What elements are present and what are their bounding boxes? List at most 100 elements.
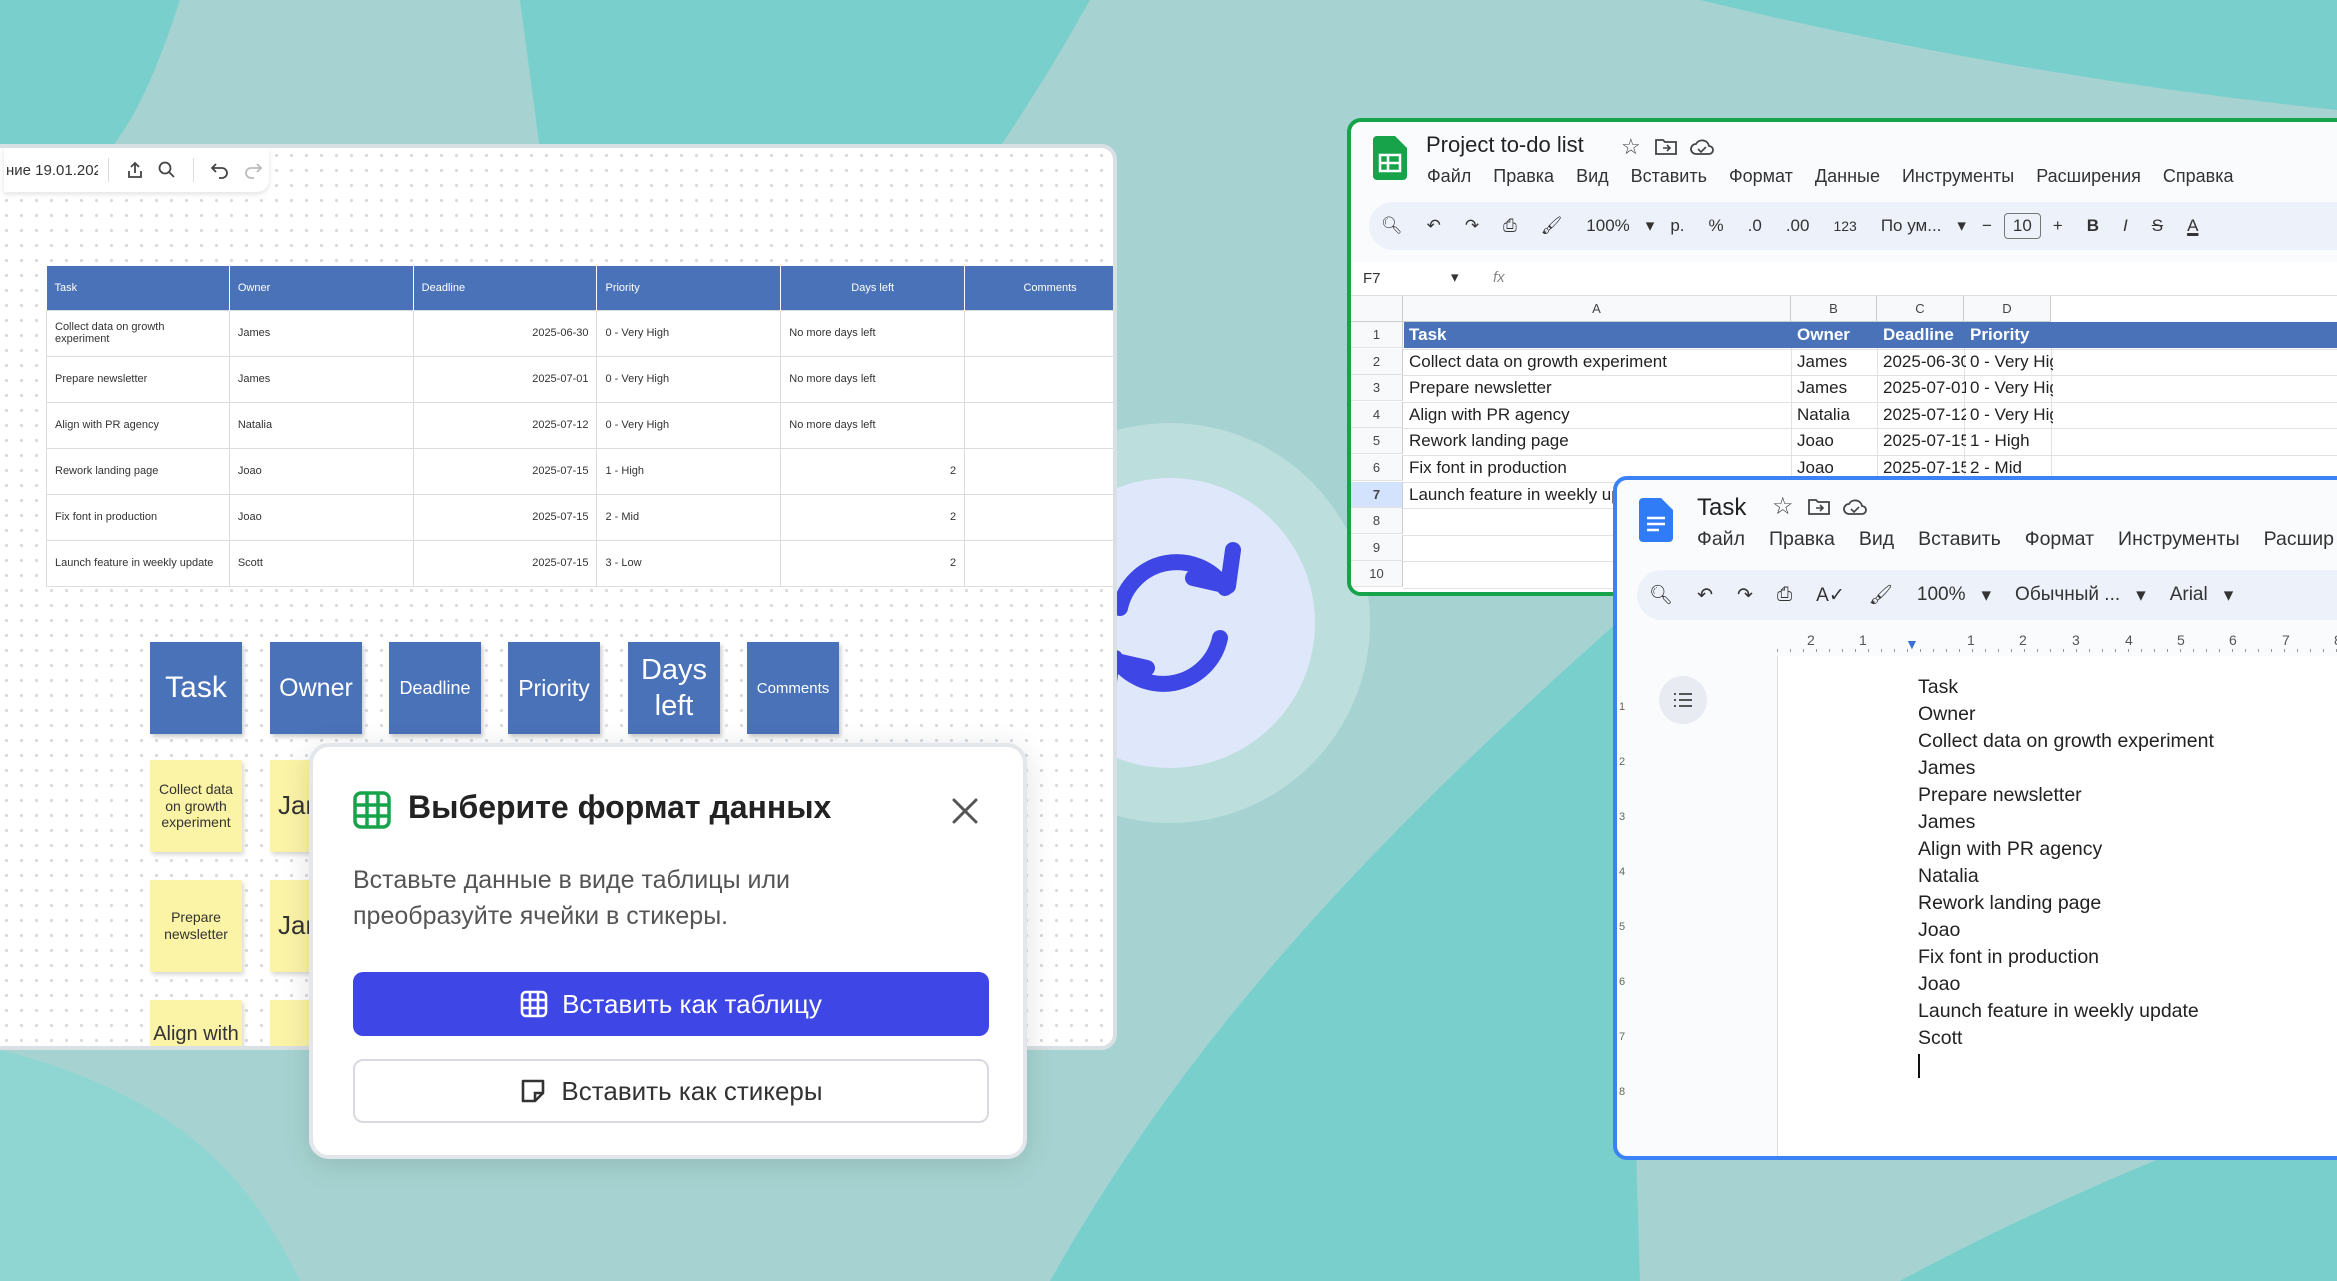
font-select[interactable]: По ум... <box>1869 216 1954 236</box>
board-table-cell[interactable] <box>964 493 1113 541</box>
board-table-cell[interactable]: James <box>228 355 414 403</box>
print-icon[interactable]: ⎙ <box>1765 584 1804 606</box>
print-icon[interactable]: ⎙ <box>1491 216 1529 236</box>
row-number[interactable]: 7 <box>1351 481 1403 508</box>
board-table-cell[interactable] <box>964 539 1113 587</box>
font-size-input[interactable]: 10 <box>2003 213 2041 239</box>
strikethrough-button[interactable]: S <box>2140 216 2175 236</box>
menu-item[interactable]: Формат <box>1729 166 1793 187</box>
percent-format-button[interactable]: % <box>1697 216 1736 236</box>
board-table-row[interactable]: Launch feature in weekly update Scott 2025… <box>46 539 1113 587</box>
board-table-cell[interactable]: James <box>228 309 414 357</box>
sticky-task-3[interactable]: Align with PR <box>150 1000 242 1046</box>
menu-item[interactable]: Вид <box>1859 528 1894 551</box>
sheet-cell[interactable]: 2025-07-12 <box>1879 402 1966 428</box>
undo-icon[interactable]: ↶ <box>1415 216 1453 236</box>
paste-format-dialog[interactable]: Выберите формат данных Вставьте данные в… <box>309 743 1027 1159</box>
sheet-cell[interactable]: James <box>1793 375 1879 401</box>
sheet-cell[interactable]: 1 - High <box>1966 428 2053 454</box>
number-format-button[interactable]: 123 <box>1821 218 1868 234</box>
bold-button[interactable]: B <box>2075 216 2111 236</box>
document-line[interactable]: James <box>1918 755 2214 782</box>
board-table-cell[interactable]: 2 <box>780 447 966 495</box>
document-line[interactable]: Joao <box>1918 917 2214 944</box>
column-header[interactable]: D <box>1964 296 2051 322</box>
board-table-cell[interactable]: 0 - Very High <box>596 355 782 403</box>
board-table-row[interactable]: Rework landing page Joao 2025-07-15 1 - Hig… <box>46 447 1113 495</box>
redo-icon[interactable] <box>237 152 269 188</box>
sheet-cell[interactable]: Collect data on growth experiment <box>1405 349 1793 375</box>
outline-button[interactable] <box>1659 676 1707 724</box>
sheet-cell[interactable]: Rework landing page <box>1405 428 1793 454</box>
menu-item[interactable]: Правка <box>1493 166 1554 187</box>
menu-item[interactable]: Вставить <box>1631 166 1707 187</box>
sheet-cell[interactable]: Joao <box>1793 428 1879 454</box>
menu-item[interactable]: Вставить <box>1918 528 2001 551</box>
sticky-header-priority[interactable]: Priority <box>508 642 600 734</box>
chevron-down-icon[interactable]: ▾ <box>1953 216 1970 236</box>
document-line[interactable]: Collect data on growth experiment <box>1918 728 2214 755</box>
sheet-cell[interactable]: Priority <box>1966 322 2053 348</box>
sheet-cell[interactable]: Task <box>1405 322 1793 348</box>
italic-button[interactable]: I <box>2111 216 2140 236</box>
board-title[interactable]: ние 19.01.2025 <box>4 162 98 179</box>
board-table-cell[interactable]: Scott <box>228 539 414 587</box>
board-table-cell[interactable]: 3 - Low <box>596 539 782 587</box>
sheet-cell[interactable]: Prepare newsletter <box>1405 375 1793 401</box>
board-table-cell[interactable]: No more days left <box>780 309 966 357</box>
currency-format-button[interactable]: р. <box>1658 216 1696 236</box>
document-line[interactable]: Owner <box>1918 701 2214 728</box>
board-table-cell[interactable]: 2025-07-01 <box>412 355 598 403</box>
menu-item[interactable]: Инструменты <box>2118 528 2240 551</box>
column-header[interactable]: C <box>1877 296 1964 322</box>
sheet-cell[interactable]: Owner <box>1793 322 1879 348</box>
column-header[interactable]: B <box>1791 296 1877 322</box>
document-line[interactable]: Launch feature in weekly update <box>1918 998 2214 1025</box>
menu-item[interactable]: Файл <box>1427 166 1471 187</box>
cloud-status-icon[interactable] <box>1689 138 1715 156</box>
sticky-header-task[interactable]: Task <box>150 642 242 734</box>
board-table-cell[interactable]: 2025-06-30 <box>412 309 598 357</box>
chevron-down-icon[interactable]: ▾ <box>1642 216 1659 236</box>
name-box[interactable]: F7 <box>1363 270 1381 287</box>
board-table-cell[interactable]: Align with PR agency <box>46 401 230 449</box>
sticky-header-comments[interactable]: Comments <box>747 642 839 734</box>
paragraph-style-select[interactable]: Обычный ... <box>1995 584 2132 606</box>
menu-item[interactable]: Правка <box>1769 528 1835 551</box>
board-table-row[interactable]: Prepare newsletter James 2025-07-01 0 - Ver… <box>46 355 1113 403</box>
document-line[interactable]: Rework landing page <box>1918 890 2214 917</box>
move-folder-icon[interactable] <box>1654 137 1678 157</box>
paste-as-stickers-button[interactable]: Вставить как стикеры <box>353 1059 989 1123</box>
board-table-cell[interactable]: 2025-07-15 <box>412 493 598 541</box>
board-table-cell[interactable]: 2025-07-12 <box>412 401 598 449</box>
document-line[interactable]: Scott <box>1918 1025 2214 1052</box>
font-select[interactable]: Arial <box>2150 584 2220 606</box>
row-number[interactable]: 10 <box>1351 561 1403 588</box>
board-table-row[interactable]: Align with PR agency Natalia 2025-07-12 0 -… <box>46 401 1113 449</box>
board-table-row[interactable]: Collect data on growth experiment James 20… <box>46 309 1113 357</box>
zoom-select[interactable]: 100% <box>1905 584 1978 606</box>
undo-icon[interactable] <box>204 152 236 188</box>
menu-item[interactable]: Расшир <box>2264 528 2334 551</box>
chevron-down-icon[interactable]: ▾ <box>2220 584 2238 607</box>
sticky-header-days-left[interactable]: Days left <box>628 642 720 734</box>
search-icon[interactable] <box>151 152 183 188</box>
board-table-cell[interactable]: 2 - Mid <box>596 493 782 541</box>
board-table-cell[interactable] <box>964 309 1113 357</box>
sheet-cell[interactable]: Align with PR agency <box>1405 402 1793 428</box>
board-table-cell[interactable]: 2 <box>780 539 966 587</box>
sheet-cell[interactable]: 0 - Very High <box>1966 402 2053 428</box>
document-line[interactable]: Joao <box>1918 971 2214 998</box>
board-table-cell[interactable]: Collect data on growth experiment <box>46 309 230 357</box>
board-table-cell[interactable]: No more days left <box>780 401 966 449</box>
sheet-cell[interactable]: Natalia <box>1793 402 1879 428</box>
board-table-cell[interactable] <box>964 447 1113 495</box>
sheet-cell[interactable]: 2025-07-01 <box>1879 375 1966 401</box>
menu-item[interactable]: Справка <box>2163 166 2234 187</box>
text-color-button[interactable]: A <box>2175 216 2210 236</box>
board-table[interactable]: Task Owner Deadline Priority Days left C… <box>46 266 1113 587</box>
sticky-header-owner[interactable]: Owner <box>270 642 362 734</box>
board-table-cell[interactable]: Fix font in production <box>46 493 230 541</box>
row-number[interactable]: 3 <box>1351 375 1403 402</box>
board-table-cell[interactable] <box>964 355 1113 403</box>
